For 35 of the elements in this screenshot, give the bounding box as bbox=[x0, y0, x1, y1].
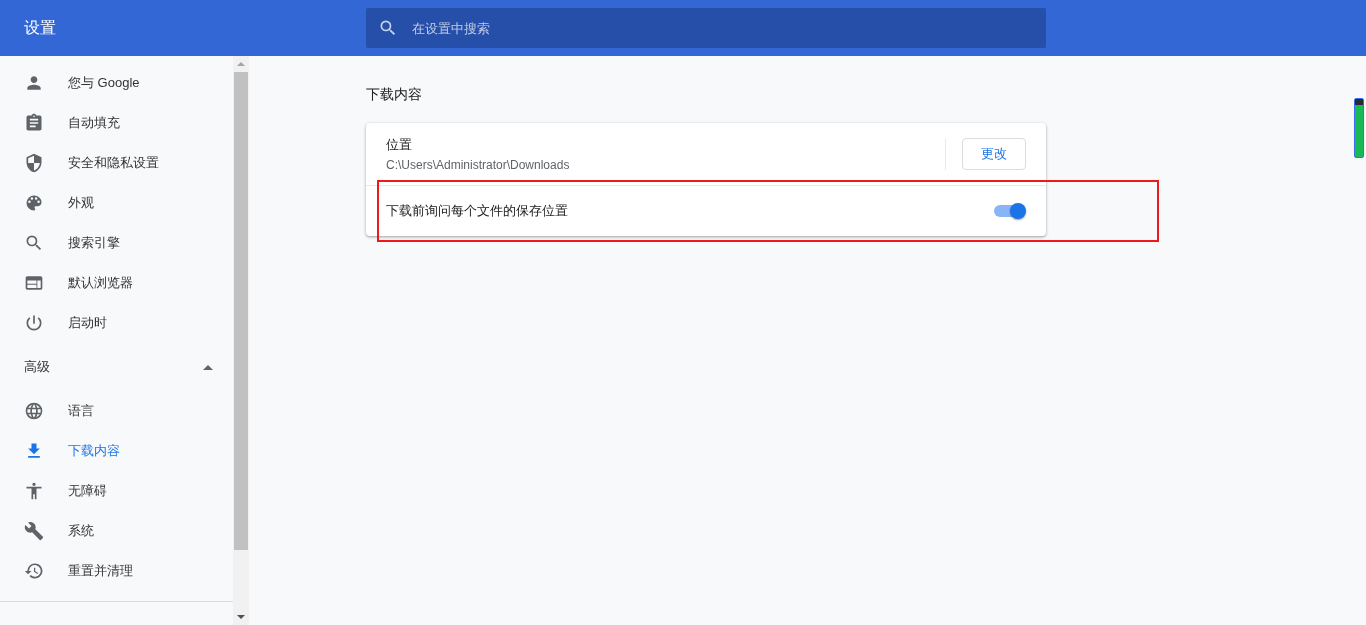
palette-icon bbox=[24, 193, 44, 213]
sidebar-item[interactable]: 系统 bbox=[0, 511, 94, 551]
scrollbar-thumb[interactable] bbox=[234, 72, 248, 550]
power-icon bbox=[24, 313, 44, 333]
search-field[interactable]: 在设置中搜索 bbox=[366, 8, 1046, 48]
sidebar-item[interactable]: 重置并清理 bbox=[0, 551, 133, 591]
browser-window-icon bbox=[24, 273, 44, 293]
wrench-icon bbox=[24, 521, 44, 541]
sidebar-item[interactable]: 默认浏览器 bbox=[0, 263, 133, 303]
sidebar-item[interactable]: 搜索引擎 bbox=[0, 223, 120, 263]
sidebar-item[interactable]: 安全和隐私设置 bbox=[0, 143, 159, 183]
section-title: 下载内容 bbox=[366, 86, 423, 104]
sidebar-item[interactable]: 下载内容 bbox=[0, 431, 120, 471]
globe-icon bbox=[24, 401, 44, 421]
advanced-section-header[interactable]: 高级 bbox=[0, 343, 233, 391]
sidebar-item[interactable]: 外观 bbox=[0, 183, 94, 223]
page-title: 设置 bbox=[23, 17, 57, 38]
scroll-down-arrow[interactable] bbox=[237, 615, 245, 619]
setting-label: 位置 bbox=[386, 136, 413, 154]
clipboard-icon bbox=[24, 113, 44, 133]
sidebar-item[interactable]: 无障碍 bbox=[0, 471, 107, 511]
sidebar-item[interactable]: 您与 Google bbox=[0, 63, 140, 103]
download-path: C:\Users\Administrator\Downloads bbox=[386, 158, 571, 172]
sidebar-item[interactable]: 启动时 bbox=[0, 303, 107, 343]
search-icon bbox=[24, 233, 44, 253]
sidebar-item[interactable]: 自动填充 bbox=[0, 103, 120, 143]
shield-icon bbox=[24, 153, 44, 173]
sidebar-item[interactable]: 语言 bbox=[0, 391, 94, 431]
setting-label: 下载前询问每个文件的保存位置 bbox=[386, 202, 568, 220]
change-button[interactable]: 更改 bbox=[962, 138, 1026, 170]
accessibility-icon bbox=[24, 481, 44, 501]
history-icon bbox=[24, 561, 44, 581]
caret-icon bbox=[203, 364, 213, 370]
toggle-switch[interactable] bbox=[994, 203, 1026, 219]
floating-widget-drawing bbox=[1354, 98, 1364, 158]
